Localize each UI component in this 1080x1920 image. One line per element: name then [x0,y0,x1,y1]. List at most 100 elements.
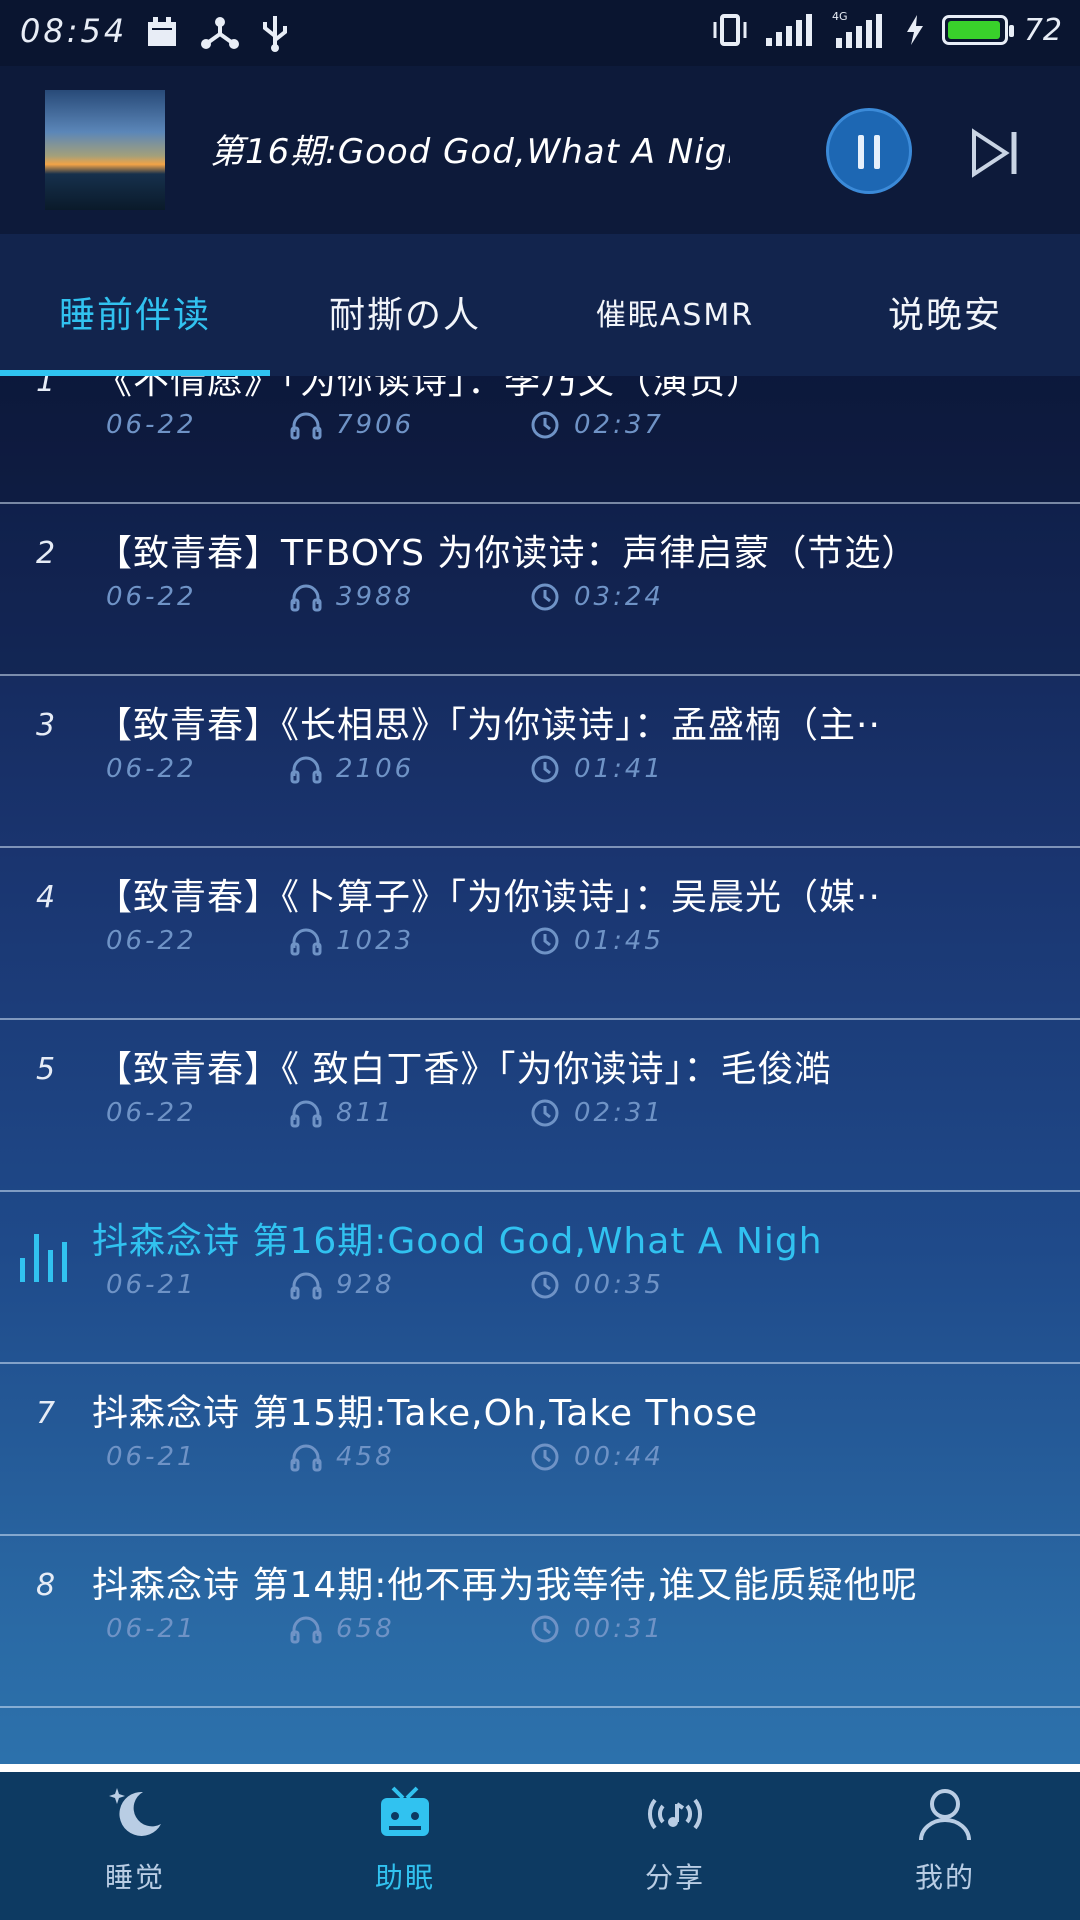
charging-icon [906,15,923,45]
battery-percent: 72 [1023,12,1062,48]
play-count: 458 [336,1442,395,1472]
track-date: 06-22 [106,410,197,440]
duration: 02:31 [574,1098,664,1128]
tab-asmr[interactable]: 催眠ASMR [540,290,810,334]
track-title: 【致青春】《卜算子》「为你读诗」：吴晨光（媒·· [96,877,881,918]
nav-label: 分享 [644,1861,705,1894]
track-title: 《不情愿》「为你读诗」：李乃文（演员） [96,376,764,402]
signal-icon [765,14,812,46]
tab-bedtime-reading[interactable]: 睡前伴读 [0,286,270,338]
vibrate-icon [713,14,747,46]
nav-profile[interactable]: 我的 [810,1782,1080,1896]
track-number: 5 [36,1052,56,1087]
album-cover[interactable] [45,90,165,210]
equalizer-icon [20,1234,67,1282]
clock-icon [531,755,559,783]
headphones-icon [290,928,322,956]
share-nodes-icon [201,17,239,49]
usb-icon [263,16,287,52]
play-count: 928 [336,1270,395,1300]
next-track-icon[interactable] [966,126,1026,180]
track-number: 2 [36,536,56,571]
list-item[interactable]: 5 【致青春】《 致白丁香》「为你读诗」：毛俊澔 06-22 811 02:31 [0,1020,1080,1192]
clock-icon [531,927,559,955]
nav-sleep[interactable]: 睡觉 [0,1782,270,1896]
track-title: 抖森念诗 第14期:他不再为我等待,谁又能质疑他呢 [92,1565,918,1606]
duration: 01:41 [574,754,664,784]
track-date: 06-22 [106,754,197,784]
headphones-icon [290,1616,322,1644]
clock-icon [531,1099,559,1127]
track-list: 1 《不情愿》「为你读诗」：李乃文（演员） 06-22 7906 02:37 2… [0,376,1080,1764]
duration: 00:35 [574,1270,664,1300]
notification-icons [144,14,290,52]
nav-share[interactable]: 分享 [540,1782,810,1896]
track-date: 06-21 [106,1270,197,1300]
headphones-icon [290,1100,322,1128]
duration: 00:31 [574,1614,664,1644]
duration: 01:45 [574,926,664,956]
headphones-icon [290,584,322,612]
clock: 08:54 [20,12,128,50]
duration: 00:44 [574,1442,664,1472]
track-number: 3 [36,708,56,743]
clock-icon [531,1271,559,1299]
tab-tough-people[interactable]: 耐撕の人 [270,286,540,338]
category-tabs: 睡前伴读 耐撕の人 催眠ASMR 说晚安 [0,234,1080,376]
track-number: 7 [36,1396,56,1431]
bottom-navigation: 睡觉 助眠 分享 我的 [0,1764,1080,1920]
play-count: 3988 [336,582,415,612]
pause-button[interactable] [826,108,912,194]
tv-icon [381,1786,429,1836]
svg-text:4G: 4G [832,10,848,23]
track-title: 【致青春】《长相思》「为你读诗」：孟盛楠（主·· [96,705,881,746]
headphones-icon [290,756,322,784]
user-icon [919,1789,971,1841]
track-date: 06-21 [106,1614,197,1644]
list-item[interactable]: 8 抖森念诗 第14期:他不再为我等待,谁又能质疑他呢 06-21 658 00… [0,1536,1080,1708]
track-number: 4 [36,880,56,915]
track-date: 06-21 [106,1442,197,1472]
nav-label: 我的 [914,1861,975,1894]
track-date: 06-22 [106,1098,197,1128]
play-count: 658 [336,1614,395,1644]
track-title: 【致青春】TFBOYS 为你读诗：声律启蒙（节选） [96,533,919,574]
duration: 03:24 [574,582,664,612]
clock-icon [531,411,559,439]
list-item[interactable]: 3 【致青春】《长相思》「为你读诗」：孟盛楠（主·· 06-22 2106 01… [0,676,1080,848]
headphones-icon [290,1272,322,1300]
list-item[interactable]: 7 抖森念诗 第15期:Take,Oh,Take Those 06-21 458… [0,1364,1080,1536]
clock-icon [531,583,559,611]
nav-sleep-aid[interactable]: 助眠 [270,1782,540,1896]
broadcast-icon [647,1798,703,1830]
play-count: 7906 [336,410,415,440]
signal-4g-icon: 4G [832,10,882,48]
nav-label: 助眠 [374,1861,435,1894]
list-item[interactable]: 2 【致青春】TFBOYS 为你读诗：声律启蒙（节选） 06-22 3988 0… [0,504,1080,676]
track-date: 06-22 [106,582,197,612]
clock-icon [531,1615,559,1643]
play-count: 1023 [336,926,415,956]
play-count: 2106 [336,754,415,784]
track-title: 【致青春】《 致白丁香》「为你读诗」：毛俊澔 [96,1049,832,1090]
track-number: 8 [36,1568,56,1603]
track-title: 抖森念诗 第15期:Take,Oh,Take Those [92,1393,759,1434]
now-playing-bar[interactable]: 第16期:Good God,What A Nigh [0,66,1080,234]
list-item[interactable]: 1 《不情愿》「为你读诗」：李乃文（演员） 06-22 7906 02:37 [0,376,1080,504]
track-date: 06-22 [106,926,197,956]
list-item-now-playing[interactable]: 抖森念诗 第16期:Good God,What A Nigh 06-21 928… [0,1192,1080,1364]
list-item[interactable]: 4 【致青春】《卜算子》「为你读诗」：吴晨光（媒·· 06-22 1023 01… [0,848,1080,1020]
tab-good-night[interactable]: 说晚安 [810,286,1080,338]
now-playing-title: 第16期:Good God,What A Nigh [210,132,730,172]
play-count: 811 [336,1098,395,1128]
calendar-icon [148,17,176,46]
clock-icon [531,1443,559,1471]
nav-label: 睡觉 [104,1861,165,1894]
headphones-icon [290,1444,322,1472]
moon-icon [109,1788,161,1836]
headphones-icon [290,412,322,440]
track-number: 1 [36,376,56,399]
track-title: 抖森念诗 第16期:Good God,What A Nigh [92,1221,823,1262]
duration: 02:37 [574,410,664,440]
battery-icon [941,15,1014,45]
